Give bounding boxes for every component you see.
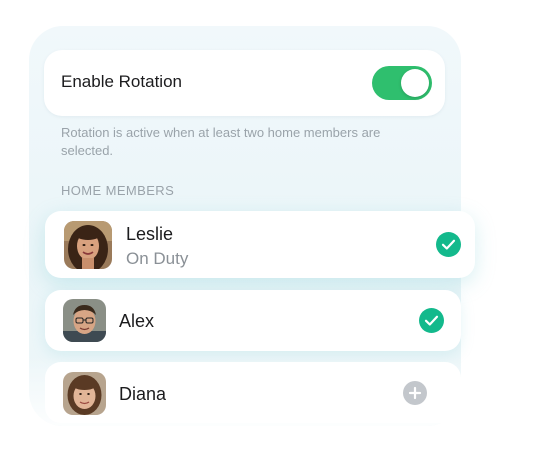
member-name: Alex: [119, 311, 155, 331]
plus-icon[interactable]: [403, 381, 427, 405]
member-name: Diana: [119, 384, 167, 404]
section-header-home-members: HOME MEMBERS: [61, 183, 175, 198]
avatar: [64, 221, 112, 269]
avatar: [63, 372, 106, 415]
member-name: Leslie: [126, 224, 174, 244]
member-row-diana[interactable]: Diana: [45, 362, 461, 423]
member-row-alex[interactable]: Alex: [45, 290, 461, 351]
avatar: [63, 299, 106, 342]
member-row-leslie[interactable]: Leslie On Duty: [45, 211, 475, 278]
rotation-label: Enable Rotation: [61, 72, 182, 91]
checkmark-icon[interactable]: [419, 308, 444, 333]
rotation-hint: Rotation is active when at least two hom…: [61, 125, 381, 158]
member-status: On Duty: [126, 249, 189, 268]
rotation-toggle[interactable]: [372, 66, 432, 100]
rotation-setting-card: Enable Rotation: [44, 50, 445, 116]
toggle-knob: [401, 69, 429, 97]
checkmark-icon[interactable]: [436, 232, 461, 257]
